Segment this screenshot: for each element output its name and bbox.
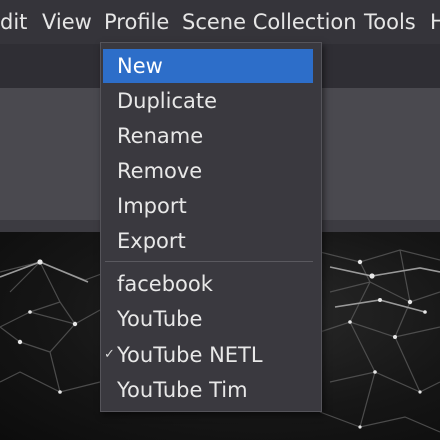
profile-item-youtube-netl[interactable]: ✓ YouTube NETL [103, 338, 313, 372]
menu-item-export[interactable]: Export [103, 224, 313, 258]
menu-item-new[interactable]: New [103, 49, 313, 83]
menu-item-label: Duplicate [117, 89, 218, 113]
menu-item-label: Rename [117, 124, 204, 148]
menu-item-rename[interactable]: Rename [103, 119, 313, 153]
menu-help[interactable]: H [430, 8, 440, 36]
checkmark-icon: ✓ [104, 347, 115, 362]
profile-item-youtube[interactable]: YouTube [103, 302, 313, 336]
menu-view[interactable]: View [42, 8, 92, 36]
menu-item-remove[interactable]: Remove [103, 154, 313, 188]
menu-edit[interactable]: dit [0, 8, 27, 36]
menu-item-label: Remove [117, 159, 203, 183]
menu-separator [105, 261, 313, 262]
profile-item-label: facebook [117, 272, 213, 296]
profile-item-label: YouTube [117, 307, 203, 331]
menu-scene-collection[interactable]: Scene Collection [182, 8, 357, 36]
menu-item-label: Import [117, 194, 187, 218]
menu-item-import[interactable]: Import [103, 189, 313, 223]
profile-dropdown-menu: New Duplicate Rename Remove Import Expor… [100, 42, 322, 412]
menu-item-label: New [117, 54, 163, 78]
menu-item-label: Export [117, 229, 186, 253]
menu-profile[interactable]: Profile [104, 8, 169, 36]
profile-item-youtube-tim[interactable]: YouTube Tim [103, 373, 313, 407]
app-window: dit View Profile Scene Collection Tools … [0, 0, 440, 440]
menu-item-duplicate[interactable]: Duplicate [103, 84, 313, 118]
menu-tools[interactable]: Tools [364, 8, 416, 36]
profile-item-facebook[interactable]: facebook [103, 267, 313, 301]
profile-item-label: YouTube NETL [117, 343, 263, 367]
menubar: dit View Profile Scene Collection Tools … [0, 0, 440, 44]
profile-item-label: YouTube Tim [117, 378, 248, 402]
